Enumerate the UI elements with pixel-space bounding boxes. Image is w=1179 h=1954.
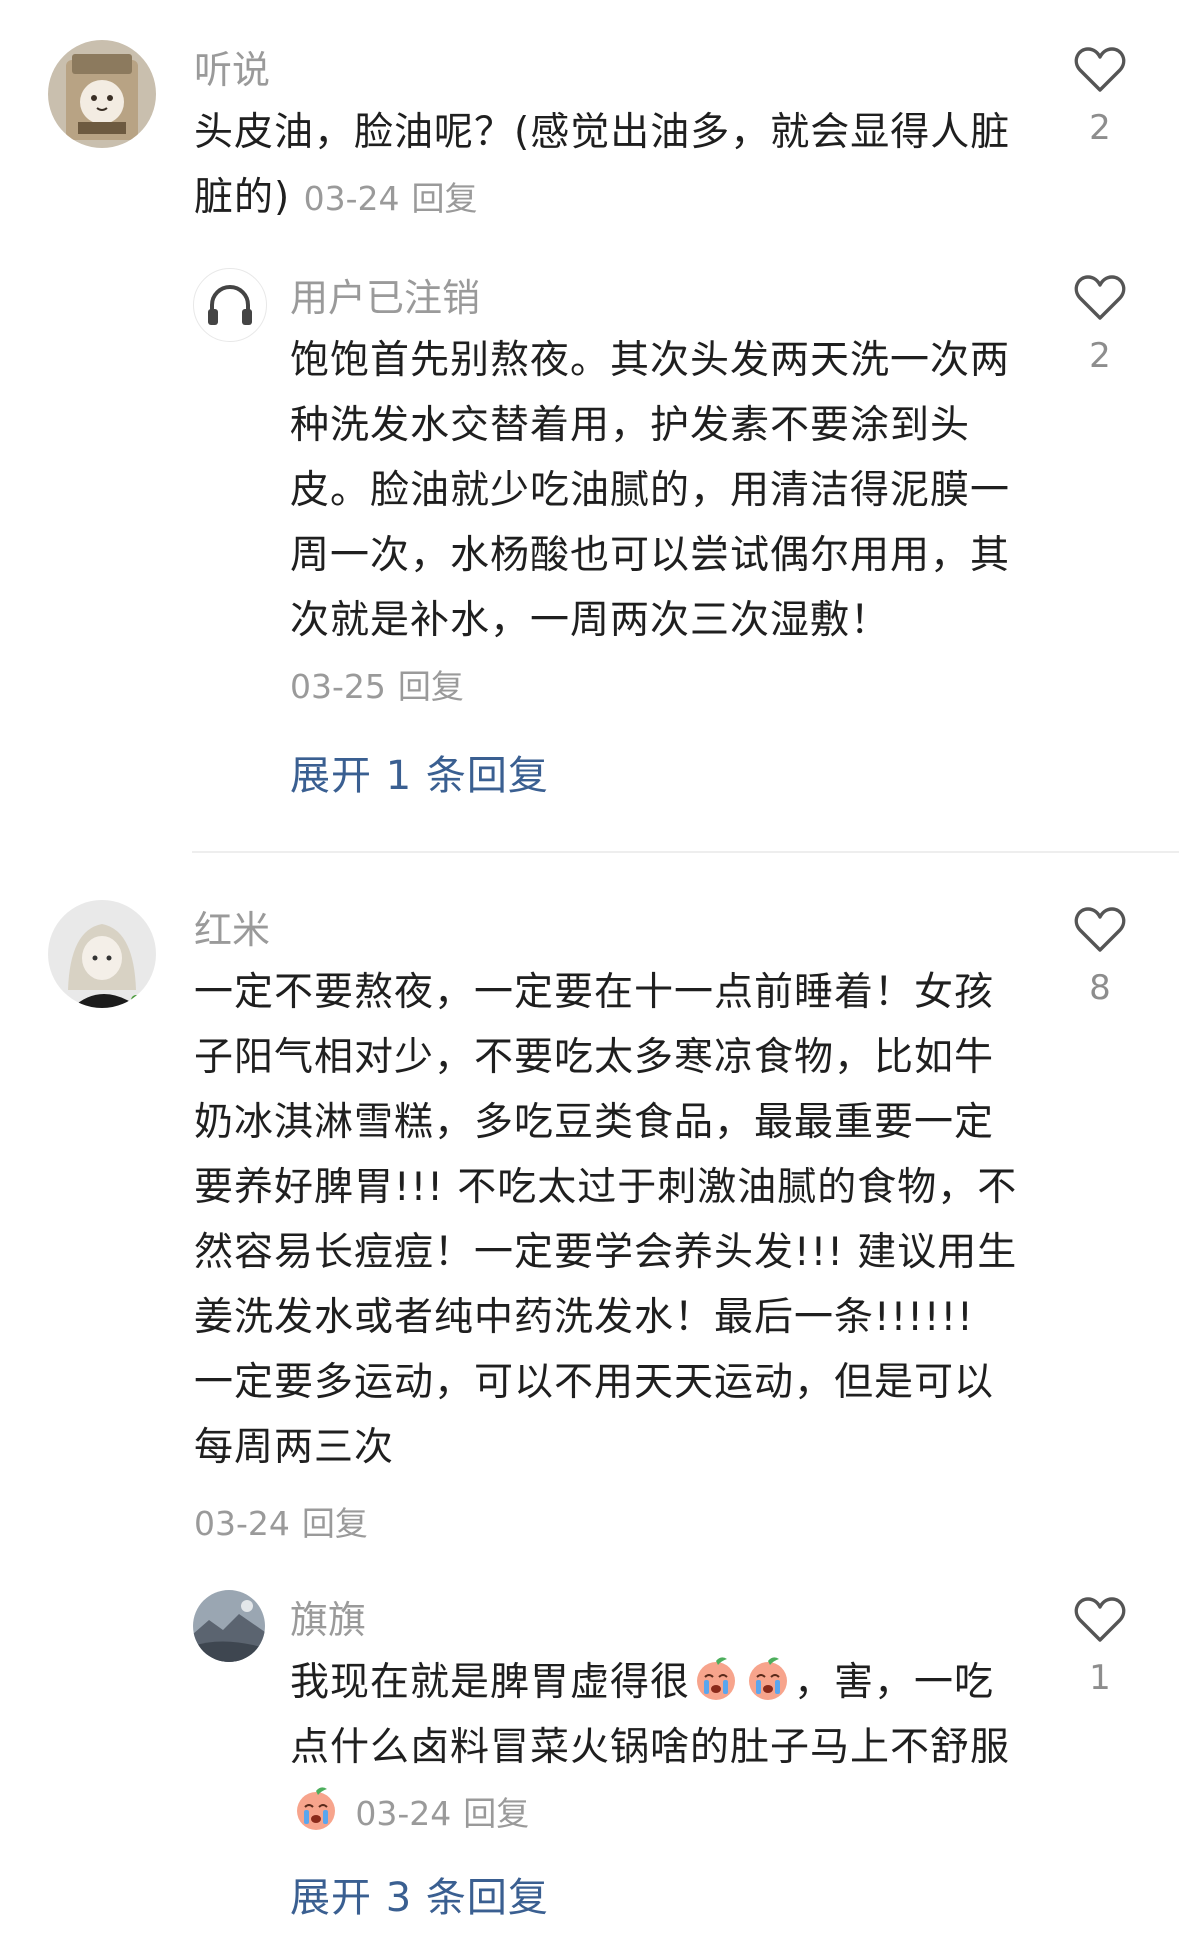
- cat-in-bag-avatar[interactable]: [48, 40, 156, 148]
- like-count: 1: [1089, 1658, 1111, 1698]
- like-count: 8: [1089, 968, 1111, 1008]
- like-button[interactable]: 1: [1070, 1596, 1130, 1698]
- heart-icon: [1074, 907, 1126, 952]
- comment-author[interactable]: 红米: [194, 908, 270, 952]
- comment-meta: 03-24 回复: [304, 179, 478, 218]
- like-count: 2: [1089, 108, 1111, 148]
- heart-icon: [1074, 275, 1126, 320]
- reply-meta: 03-24 回复: [355, 1794, 529, 1833]
- comment-meta: 03-24 回复: [194, 1502, 368, 1546]
- reply-author[interactable]: 用户已注销: [290, 276, 480, 320]
- expand-replies-button[interactable]: 展开 3 条回复: [290, 1874, 549, 1922]
- like-button[interactable]: 2: [1070, 46, 1130, 148]
- anime-character-avatar[interactable]: [48, 900, 156, 1008]
- like-button[interactable]: 8: [1070, 906, 1130, 1008]
- like-button[interactable]: 2: [1070, 274, 1130, 376]
- heart-icon: [1074, 47, 1126, 92]
- reply-button[interactable]: 回复: [302, 1504, 368, 1543]
- reply-meta: 03-25 回复: [290, 667, 464, 706]
- reply-text-content: 饱饱首先别熬夜。其次头发两天洗一次两种洗发水交替着用，护发素不要涂到头皮。脸油就…: [290, 338, 1011, 643]
- comment-text: 一定不要熬夜，一定要在十一点前睡着！女孩子阳气相对少，不要吃太多寒凉食物，比如牛…: [194, 960, 1024, 1480]
- reply-text: 我现在就是脾胃虚得很 ，害，一吃点什么卤料冒菜火锅啥的肚子马上不舒服 03-24 回…: [290, 1650, 1025, 1846]
- reply-date: 03-24: [355, 1794, 452, 1833]
- landscape-avatar[interactable]: [193, 1590, 265, 1662]
- reply-text-content-before: 我现在就是脾胃虚得很: [290, 1660, 691, 1705]
- comment-date: 03-24: [303, 179, 400, 218]
- reply-button[interactable]: 回复: [412, 179, 478, 218]
- headphones-avatar[interactable]: [193, 268, 267, 342]
- reply-button[interactable]: 回复: [398, 667, 464, 706]
- crying-peach-emoji-icon: [297, 1787, 335, 1830]
- crying-peach-emoji-icon: [749, 1657, 788, 1700]
- like-count: 2: [1089, 336, 1111, 376]
- comment-text: 头皮油，脸油呢？(感觉出油多，就会显得人脏脏的) 03-24 回复: [194, 100, 1024, 231]
- heart-icon: [1074, 1597, 1126, 1642]
- comment-divider: [192, 851, 1179, 853]
- comment-item: 听说 头皮油，脸油呢？(感觉出油多，就会显得人脏脏的) 03-24 回复 2 用户…: [0, 0, 1179, 850]
- reply-date: 03-25: [290, 667, 386, 706]
- reply-text-content-after: ，害，一吃点什么卤料冒菜火锅啥的肚子马上不舒服: [290, 1660, 1011, 1770]
- crying-peach-emoji-icon: [697, 1657, 736, 1700]
- comment-text-content: 一定不要熬夜，一定要在十一点前睡着！女孩子阳气相对少，不要吃太多寒凉食物，比如牛…: [194, 970, 1018, 1470]
- reply-button[interactable]: 回复: [463, 1794, 529, 1833]
- comment-author[interactable]: 听说: [194, 48, 270, 92]
- expand-replies-button[interactable]: 展开 1 条回复: [290, 752, 549, 800]
- comment-date: 03-24: [194, 1504, 290, 1543]
- reply-text: 饱饱首先别熬夜。其次头发两天洗一次两种洗发水交替着用，护发素不要涂到头皮。脸油就…: [290, 328, 1025, 719]
- reply-author[interactable]: 旗旗: [290, 1598, 366, 1642]
